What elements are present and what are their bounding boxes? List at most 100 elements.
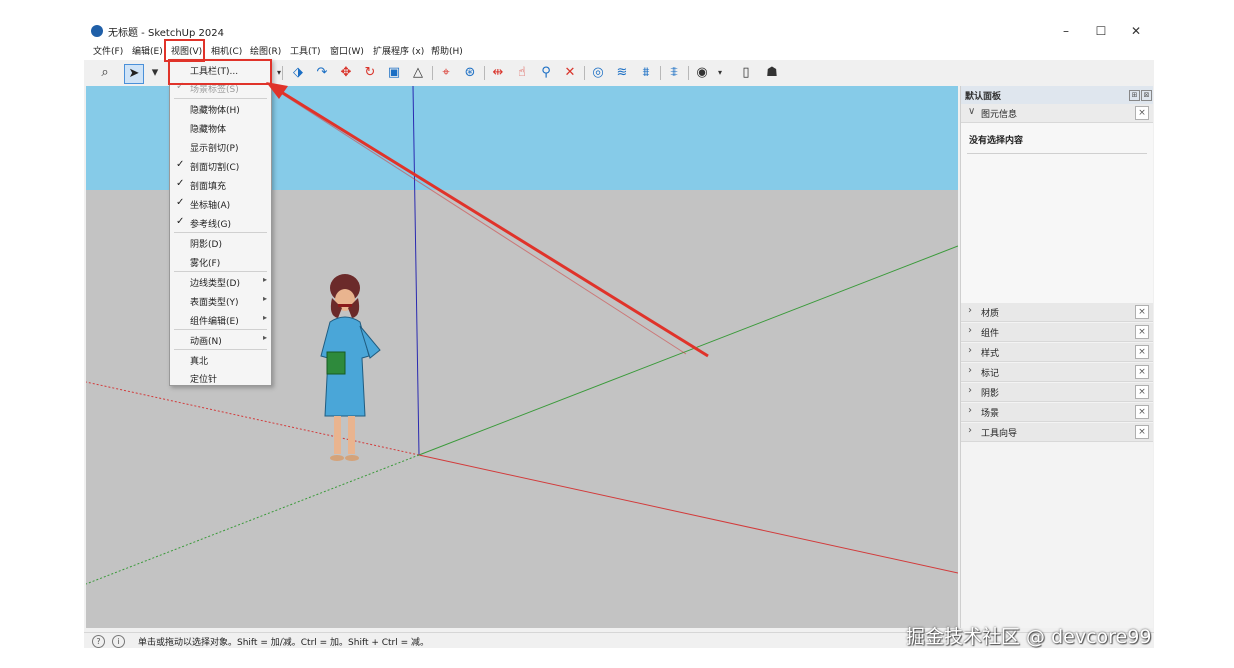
menu-extensions[interactable]: 扩展程序 (x) bbox=[373, 44, 424, 57]
panel-title: 默认面板 bbox=[965, 92, 1002, 102]
menu-item-label: 坐标轴(A) bbox=[190, 201, 231, 211]
orbit-icon[interactable]: ⊛ bbox=[461, 64, 479, 82]
maximize-button[interactable]: ☐ bbox=[1084, 21, 1118, 41]
chevron-down-icon[interactable]: ▾ bbox=[270, 64, 288, 82]
tray-scenes[interactable]: › 场景 × bbox=[961, 403, 1153, 422]
section-plane-icon[interactable]: ⌖ bbox=[437, 64, 455, 82]
menu-item-true-north[interactable]: 真北 bbox=[170, 351, 271, 369]
menu-tools[interactable]: 工具(T) bbox=[290, 44, 321, 57]
select-icon[interactable]: ➤ bbox=[124, 64, 144, 84]
menu-file[interactable]: 文件(F) bbox=[93, 44, 123, 57]
info-icon[interactable]: i bbox=[112, 635, 125, 648]
chevron-down-icon[interactable]: ▾ bbox=[146, 64, 164, 82]
menu-item-label: 参考线(G) bbox=[190, 220, 231, 230]
chevron-right-icon: › bbox=[968, 425, 972, 436]
styles-icon[interactable]: ⩨ bbox=[665, 64, 683, 82]
menu-item-label: 剖面填充 bbox=[190, 182, 227, 192]
account-icon[interactable]: ☗ bbox=[763, 64, 781, 82]
menu-divider bbox=[174, 271, 267, 272]
status-text: 单击或拖动以选择对象。Shift = 加/减。Ctrl = 加。Shift + … bbox=[138, 638, 430, 648]
submenu-arrow-icon: ▸ bbox=[262, 294, 267, 303]
move-icon[interactable]: ✥ bbox=[337, 64, 355, 82]
tray-label: 标记 bbox=[981, 369, 1000, 379]
menu-item-hidden-geometry[interactable]: 隐藏物体(H) bbox=[170, 100, 271, 118]
scale-icon[interactable]: ▣ bbox=[385, 64, 403, 82]
menu-item-section-cuts[interactable]: ✓ 剖面切割(C) bbox=[170, 157, 271, 175]
pan-icon[interactable]: ☝ bbox=[513, 64, 531, 82]
menu-item-animation[interactable]: 动画(N) ▸ bbox=[170, 331, 271, 349]
menu-item-axes[interactable]: ✓ 坐标轴(A) bbox=[170, 195, 271, 213]
menu-window[interactable]: 窗口(W) bbox=[330, 44, 364, 57]
menu-camera[interactable]: 相机(C) bbox=[211, 44, 242, 57]
sketchup-logo-icon bbox=[91, 25, 103, 37]
menu-help[interactable]: 帮助(H) bbox=[431, 44, 463, 57]
toolbar-divider bbox=[432, 66, 433, 80]
menu-item-shadows[interactable]: 阴影(D) bbox=[170, 234, 271, 252]
menu-item-label: 隐藏物体(H) bbox=[190, 106, 240, 116]
menu-divider bbox=[174, 98, 267, 99]
tray-entity-info[interactable]: ∨ 图元信息 × bbox=[961, 104, 1153, 123]
divider bbox=[967, 153, 1147, 154]
close-icon[interactable]: × bbox=[1135, 106, 1149, 120]
menu-item-label: 雾化(F) bbox=[190, 259, 221, 269]
close-icon[interactable]: × bbox=[1135, 405, 1149, 419]
rotate-icon[interactable]: ↻ bbox=[361, 64, 379, 82]
extension-warehouse-icon[interactable]: ≋ bbox=[613, 64, 631, 82]
menu-item-section-planes[interactable]: 显示剖切(P) bbox=[170, 138, 271, 156]
close-icon[interactable]: × bbox=[1135, 345, 1149, 359]
menu-edit[interactable]: 编辑(E) bbox=[132, 44, 163, 57]
close-icon[interactable]: × bbox=[1135, 325, 1149, 339]
tray-shadows[interactable]: › 阴影 × bbox=[961, 383, 1153, 402]
follow-me-icon[interactable]: ↷ bbox=[313, 64, 331, 82]
geo-location-icon[interactable]: ? bbox=[92, 635, 105, 648]
close-icon[interactable]: × bbox=[1135, 425, 1149, 439]
tape-measure-icon[interactable]: ⇹ bbox=[489, 64, 507, 82]
menu-item-section-fill[interactable]: ✓ 剖面填充 bbox=[170, 176, 271, 194]
zoom-extents-icon[interactable]: ✕ bbox=[561, 64, 579, 82]
toolbar-divider bbox=[584, 66, 585, 80]
menu-item-edge-style[interactable]: 边线类型(D) ▸ bbox=[170, 273, 271, 291]
menu-draw[interactable]: 绘图(R) bbox=[250, 44, 281, 57]
title-bar: 无标题 - SketchUp 2024 – ☐ ✕ bbox=[84, 20, 1154, 42]
submenu-arrow-icon: ▸ bbox=[262, 333, 267, 342]
menu-item-guides[interactable]: ✓ 参考线(G) bbox=[170, 214, 271, 232]
menu-item-label: 隐藏物体 bbox=[190, 125, 227, 135]
zoom-icon[interactable]: ⌕ bbox=[96, 64, 114, 82]
tray-label: 工具向导 bbox=[981, 429, 1018, 439]
chevron-right-icon: › bbox=[968, 385, 972, 396]
push-pull-icon[interactable]: ⬗ bbox=[289, 64, 307, 82]
new-file-icon[interactable]: ▯ bbox=[737, 64, 755, 82]
tray-components[interactable]: › 组件 × bbox=[961, 323, 1153, 342]
chevron-right-icon: › bbox=[968, 305, 972, 316]
tray-instructor[interactable]: › 工具向导 × bbox=[961, 423, 1153, 442]
close-button[interactable]: ✕ bbox=[1119, 21, 1153, 41]
tray-materials[interactable]: › 材质 × bbox=[961, 303, 1153, 322]
chevron-down-icon[interactable]: ▾ bbox=[711, 64, 729, 82]
user-icon[interactable]: ◉ bbox=[693, 64, 711, 82]
warehouse-icon[interactable]: ◎ bbox=[589, 64, 607, 82]
menu-item-label: 显示剖切(P) bbox=[190, 144, 239, 154]
check-icon: ✓ bbox=[176, 178, 185, 189]
tray-label: 场景 bbox=[981, 409, 1000, 419]
zoom-tool-icon[interactable]: ⚲ bbox=[537, 64, 555, 82]
menu-divider bbox=[174, 349, 267, 350]
pin-icon[interactable]: ⊞ bbox=[1129, 90, 1140, 101]
close-icon[interactable]: × bbox=[1135, 365, 1149, 379]
menu-item-label: 组件编辑(E) bbox=[190, 317, 239, 327]
chevron-right-icon: › bbox=[968, 325, 972, 336]
menu-item-component-edit[interactable]: 组件编辑(E) ▸ bbox=[170, 311, 271, 329]
menu-item-face-style[interactable]: 表面类型(Y) ▸ bbox=[170, 292, 271, 310]
tray-tags[interactable]: › 标记 × bbox=[961, 363, 1153, 382]
menu-item-fog[interactable]: 雾化(F) bbox=[170, 253, 271, 271]
close-icon[interactable]: × bbox=[1135, 385, 1149, 399]
tray-styles[interactable]: › 样式 × bbox=[961, 343, 1153, 362]
menu-item-location-pin[interactable]: 定位针 bbox=[170, 369, 271, 387]
entity-info-content: 没有选择内容 bbox=[961, 123, 1153, 303]
check-icon: ✓ bbox=[176, 159, 185, 170]
close-icon[interactable]: ⊠ bbox=[1141, 90, 1152, 101]
layout-icon[interactable]: ⩩ bbox=[637, 64, 655, 82]
offset-icon[interactable]: △ bbox=[409, 64, 427, 82]
minimize-button[interactable]: – bbox=[1049, 21, 1083, 41]
menu-item-hidden-objects[interactable]: 隐藏物体 bbox=[170, 119, 271, 137]
close-icon[interactable]: × bbox=[1135, 305, 1149, 319]
